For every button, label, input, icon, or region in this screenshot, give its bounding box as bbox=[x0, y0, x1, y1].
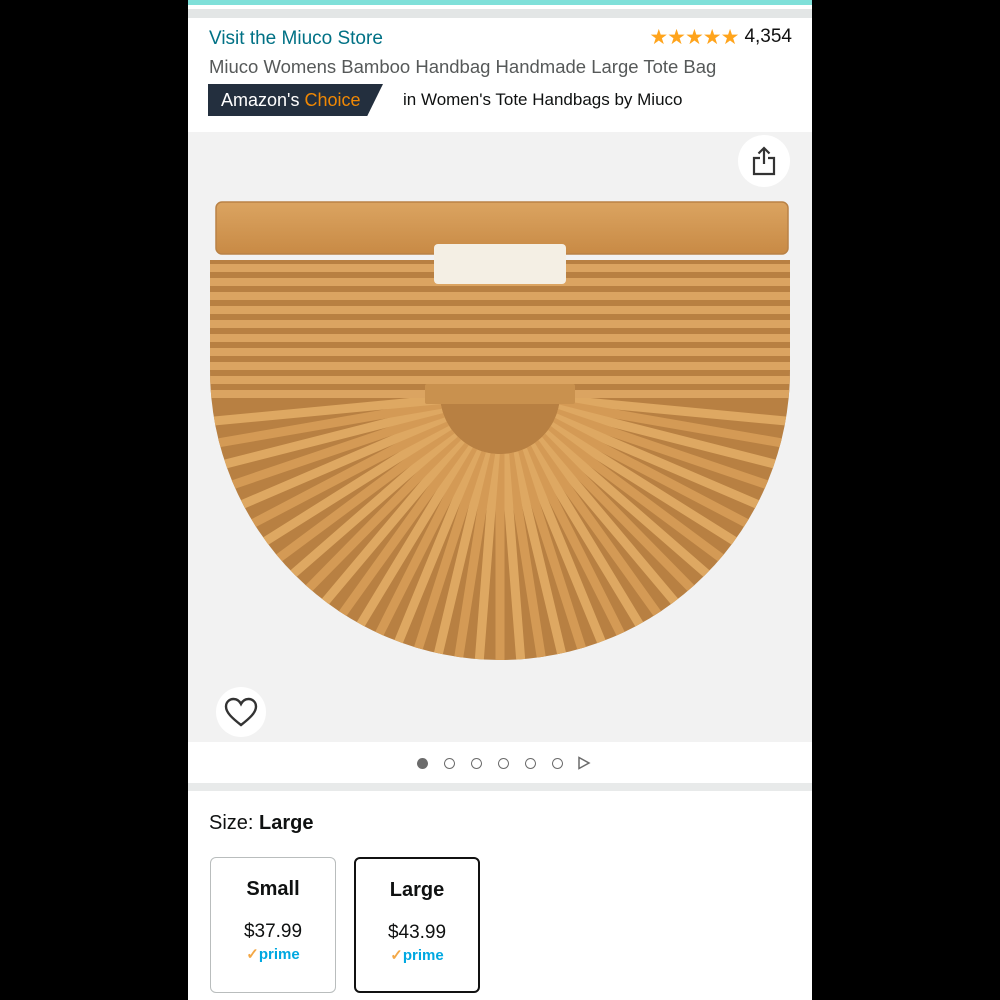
star-icon: ★ bbox=[720, 25, 740, 49]
size-option-price: $43.99 bbox=[387, 922, 447, 943]
pagination-dot[interactable] bbox=[552, 757, 563, 769]
share-icon bbox=[752, 146, 776, 176]
choice-badge-word: Choice bbox=[304, 89, 361, 110]
size-option-small[interactable]: Small $37.99 ✓prime bbox=[210, 857, 336, 993]
star-rating: ★ ★ ★ ★ ★ bbox=[649, 25, 740, 49]
wishlist-button[interactable] bbox=[216, 687, 266, 737]
section-divider bbox=[188, 783, 812, 791]
choice-category[interactable]: in Women's Tote Handbags by Miuco bbox=[403, 90, 683, 110]
image-pagination[interactable] bbox=[188, 742, 812, 784]
store-link[interactable]: Visit the Miuco Store bbox=[209, 28, 383, 50]
prime-check-icon: ✓ bbox=[390, 947, 403, 964]
pagination-dot[interactable] bbox=[525, 757, 536, 769]
share-button[interactable] bbox=[738, 135, 790, 187]
size-heading: Size: Large bbox=[209, 812, 314, 835]
prime-label: prime bbox=[402, 947, 444, 964]
play-icon[interactable] bbox=[577, 756, 591, 770]
star-icon: ★ bbox=[667, 25, 686, 49]
top-accent-strip bbox=[188, 0, 812, 5]
prime-label: prime bbox=[258, 946, 300, 963]
phone-screen: Visit the Miuco Store ★ ★ ★ ★ ★ 4,354 Mi… bbox=[188, 0, 812, 1000]
rating-count: 4,354 bbox=[744, 26, 792, 47]
prime-badge: ✓prime bbox=[356, 946, 478, 964]
bamboo-bag-image bbox=[210, 201, 790, 660]
size-label: Size: bbox=[209, 812, 254, 834]
rating[interactable]: ★ ★ ★ ★ ★ 4,354 bbox=[649, 26, 792, 48]
size-option-name: Small bbox=[246, 878, 300, 900]
size-option-name: Large bbox=[389, 879, 445, 901]
prime-badge: ✓prime bbox=[211, 945, 335, 963]
pagination-dot[interactable] bbox=[471, 757, 482, 769]
product-title: Miuco Womens Bamboo Handbag Handmade Lar… bbox=[209, 56, 717, 77]
size-selected-value: Large bbox=[259, 812, 314, 834]
pagination-dot[interactable] bbox=[417, 757, 428, 769]
prime-check-icon: ✓ bbox=[246, 946, 259, 963]
size-option-price: $37.99 bbox=[243, 921, 303, 942]
pagination-dot[interactable] bbox=[444, 757, 455, 769]
star-icon: ★ bbox=[702, 25, 722, 49]
choice-badge-amazon: Amazon's bbox=[221, 89, 300, 110]
amazons-choice-badge: Amazon's Choice bbox=[208, 84, 383, 116]
star-icon: ★ bbox=[649, 25, 669, 49]
size-option-large[interactable]: Large $43.99 ✓prime bbox=[354, 857, 480, 993]
star-icon: ★ bbox=[684, 25, 704, 49]
top-divider bbox=[188, 9, 812, 18]
product-image-gallery[interactable] bbox=[188, 132, 812, 742]
heart-icon bbox=[224, 697, 258, 727]
pagination-dot[interactable] bbox=[498, 757, 509, 769]
